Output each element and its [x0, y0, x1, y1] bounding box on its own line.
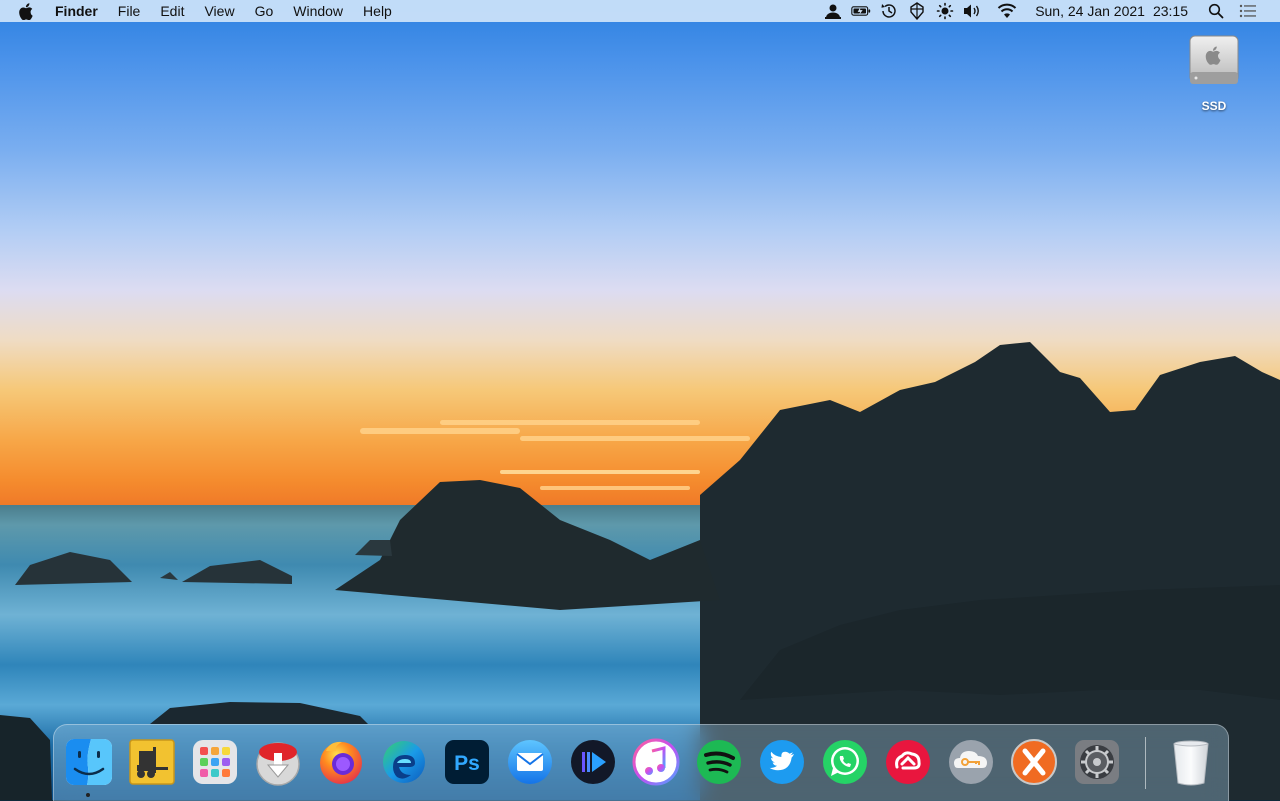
svg-text:Ps: Ps: [454, 752, 480, 775]
menu-go[interactable]: Go: [245, 0, 284, 22]
finder-icon: [64, 737, 114, 787]
mail-icon: [505, 737, 555, 787]
dock-item-forklift[interactable]: [127, 737, 177, 787]
system-preferences-icon: [1072, 737, 1122, 787]
apple-menu-icon[interactable]: [19, 2, 35, 20]
transmit-icon: [253, 737, 303, 787]
desktop-wallpaper: [0, 0, 1280, 800]
menu-help[interactable]: Help: [353, 0, 402, 22]
launchpad-icon: [190, 737, 240, 787]
user-icon[interactable]: [823, 2, 843, 20]
itunes-icon: [631, 737, 681, 787]
cloud-key-icon: [946, 737, 996, 787]
dock: Ps: [53, 724, 1229, 801]
notification-center-icon[interactable]: [1238, 2, 1258, 20]
trash-icon: [1166, 737, 1216, 787]
drive-label: SSD: [1201, 99, 1227, 113]
desktop-drive-ssd[interactable]: SSD: [1182, 34, 1246, 113]
time-machine-icon[interactable]: [879, 2, 899, 20]
brightness-icon[interactable]: [935, 2, 955, 20]
dock-item-launchpad[interactable]: [190, 737, 240, 787]
dock-item-cloud-app[interactable]: [946, 737, 996, 787]
dock-item-itunes[interactable]: [631, 737, 681, 787]
dock-item-creative-cloud[interactable]: [883, 737, 933, 787]
dock-item-edge[interactable]: [379, 737, 429, 787]
dock-item-mail[interactable]: [505, 737, 555, 787]
menu-bar: Finder File Edit View Go Window Help Sun: [0, 0, 1280, 22]
menu-app-finder[interactable]: Finder: [45, 0, 108, 22]
forklift-icon: [127, 737, 177, 787]
dock-item-system-preferences[interactable]: [1072, 737, 1122, 787]
menu-clock[interactable]: Sun, 24 Jan 2021 23:15: [1035, 3, 1188, 19]
menu-edit[interactable]: Edit: [150, 0, 194, 22]
menu-view[interactable]: View: [194, 0, 244, 22]
whatsapp-icon: [820, 737, 870, 787]
dock-item-infuse[interactable]: [568, 737, 618, 787]
twitter-icon: [757, 737, 807, 787]
infuse-icon: [568, 737, 618, 787]
spotify-icon: [694, 737, 744, 787]
clock-time: 23:15: [1152, 3, 1188, 19]
dock-item-whatsapp[interactable]: [820, 737, 870, 787]
dock-item-finder[interactable]: [64, 737, 114, 797]
dock-item-spotify[interactable]: [694, 737, 744, 787]
dock-item-twitter[interactable]: [757, 737, 807, 787]
running-indicator: [86, 793, 90, 797]
photoshop-icon: Ps: [442, 737, 492, 787]
crossover-icon: [1009, 737, 1059, 787]
menu-file[interactable]: File: [108, 0, 151, 22]
battery-charging-icon[interactable]: [851, 2, 871, 20]
dock-item-photoshop[interactable]: Ps: [442, 737, 492, 787]
hard-drive-icon: [1182, 35, 1246, 96]
firefox-icon: [316, 737, 366, 787]
dock-separator: [1145, 737, 1146, 789]
clock-date: Sun, 24 Jan 2021: [1035, 3, 1145, 19]
volume-icon[interactable]: [963, 2, 983, 20]
edge-icon: [379, 737, 429, 787]
dock-item-transmit[interactable]: [253, 737, 303, 787]
wallpaper-rocks: [0, 342, 1280, 800]
menu-window[interactable]: Window: [283, 0, 353, 22]
creative-cloud-icon: [883, 737, 933, 787]
wifi-icon[interactable]: [997, 2, 1017, 20]
spotlight-search-icon[interactable]: [1206, 2, 1226, 20]
dock-item-crossover[interactable]: [1009, 737, 1059, 787]
vpn-icon[interactable]: [907, 2, 927, 20]
dock-item-firefox[interactable]: [316, 737, 366, 787]
dock-item-trash[interactable]: [1166, 737, 1216, 787]
